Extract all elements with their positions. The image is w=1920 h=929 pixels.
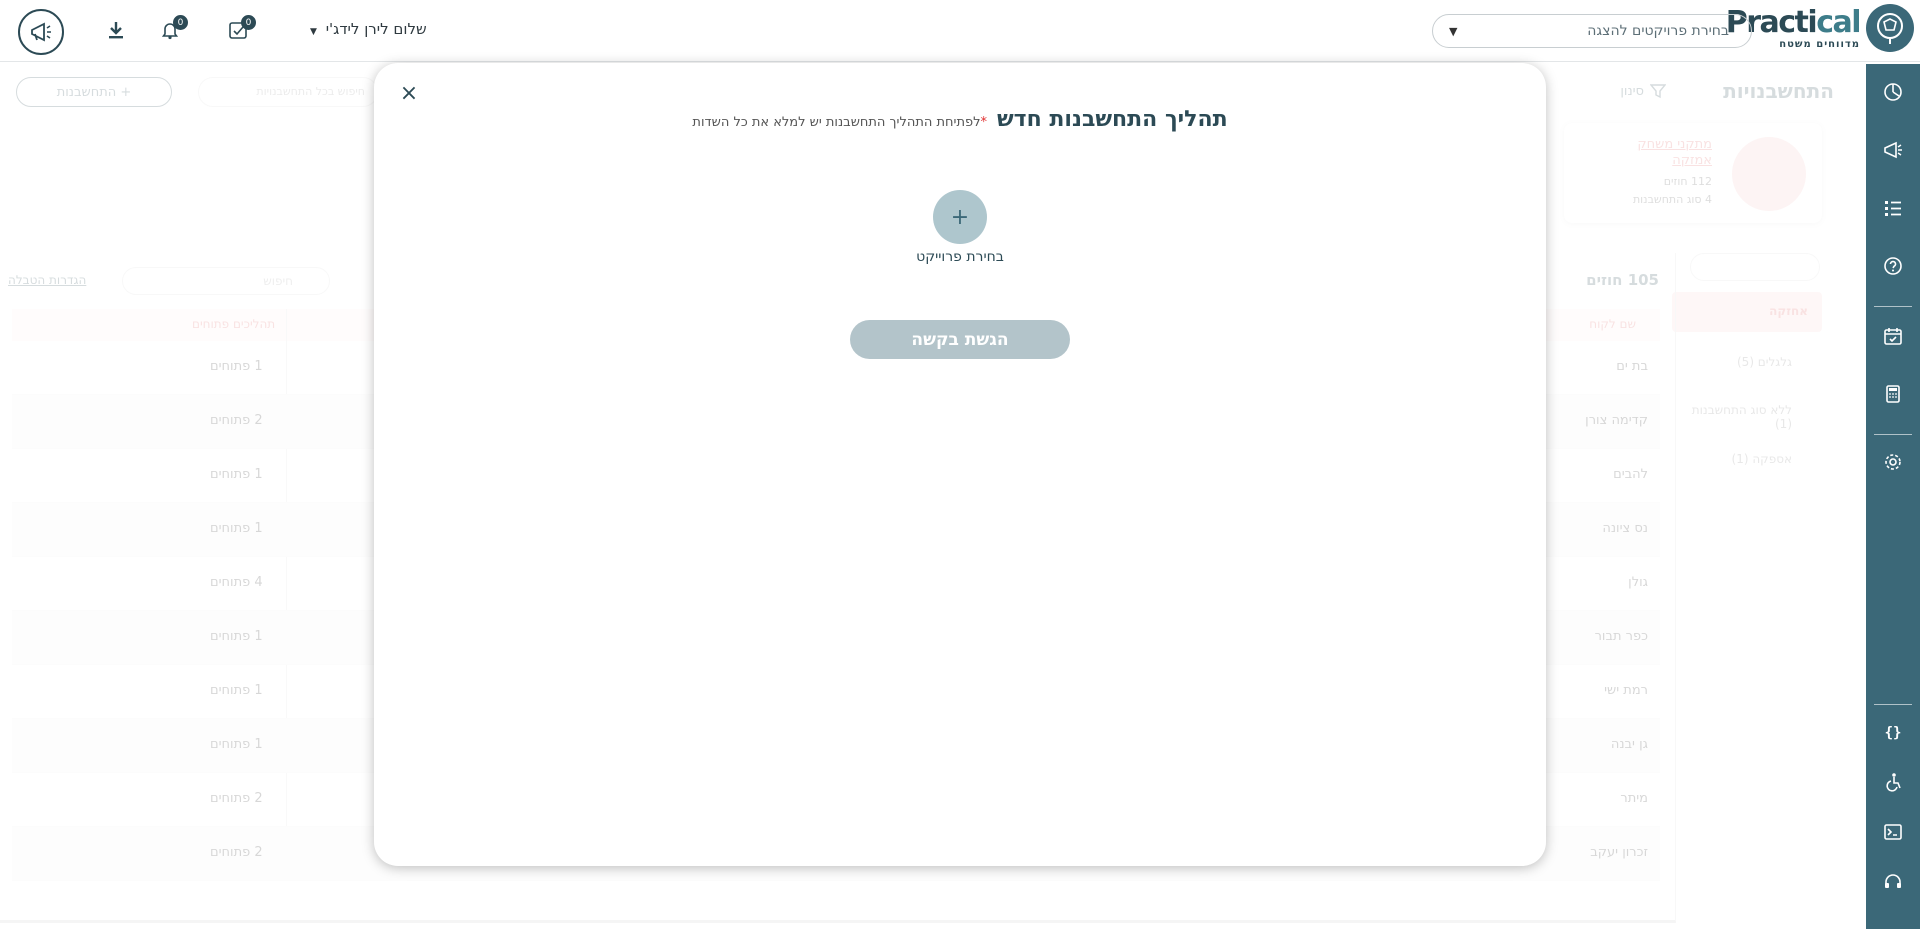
list-icon[interactable] <box>1881 196 1905 220</box>
project-select[interactable]: בחירת פרויקטים להצגה ▼ <box>1432 14 1752 48</box>
settings-icon[interactable] <box>1881 450 1905 474</box>
logo-subtitle: מדווחים משטח <box>1779 38 1860 50</box>
logo-badge-icon <box>1866 4 1914 52</box>
code-icon[interactable]: {} <box>1881 720 1905 744</box>
dashboard-icon[interactable] <box>1881 80 1905 104</box>
terminal-icon[interactable] <box>1881 820 1905 844</box>
logo-word-accent: cal <box>1816 4 1861 40</box>
download-icon[interactable] <box>104 18 128 42</box>
required-note: *לפתיחת התהליך התחשבנות יש למלא את כל הש… <box>692 115 987 130</box>
user-greeting-menu[interactable]: שלום לירן לידג'י ▼ <box>310 20 427 38</box>
nav-divider <box>1874 434 1912 435</box>
new-settlement-modal: × תהליך התחשבנות חדש *לפתיחת התהליך התחש… <box>374 63 1546 866</box>
plus-icon: + <box>950 204 970 230</box>
notifications-badge: 0 <box>173 15 188 30</box>
megaphone-icon[interactable] <box>1881 138 1905 162</box>
headset-icon[interactable] <box>1881 870 1905 894</box>
nav-divider <box>1874 704 1912 705</box>
chevron-down-icon: ▼ <box>1449 24 1458 38</box>
bell-icon[interactable]: 0 <box>158 15 188 42</box>
submit-request-button[interactable]: הגשת בקשה <box>850 320 1070 359</box>
required-note-text: לפתיחת התהליך התחשבנות יש למלא את כל השד… <box>692 115 981 130</box>
select-project-label[interactable]: בחירת פרוייקט <box>860 249 1060 265</box>
modal-header: תהליך התחשבנות חדש *לפתיחת התהליך התחשבנ… <box>374 107 1546 132</box>
top-bar: Practical מדווחים משטח בחירת פרויקטים לה… <box>0 0 1920 62</box>
side-navigation: {} <box>1866 64 1920 929</box>
close-icon[interactable]: × <box>398 83 420 105</box>
tasks-badge: 0 <box>241 15 256 30</box>
task-check-icon[interactable]: 0 <box>226 15 256 42</box>
megaphone-icon[interactable] <box>18 9 64 55</box>
greeting-text: שלום לירן לידג'י <box>325 20 427 38</box>
help-icon[interactable] <box>1881 254 1905 278</box>
svg-text:{}: {} <box>1885 725 1902 741</box>
app-logo[interactable]: Practical מדווחים משטח <box>1726 4 1914 52</box>
accessibility-icon[interactable] <box>1881 770 1905 794</box>
modal-title: תהליך התחשבנות חדש <box>997 107 1228 132</box>
project-select-placeholder: בחירת פרויקטים להצגה <box>1587 23 1729 39</box>
select-project-button[interactable]: + <box>933 190 987 244</box>
calendar-check-icon[interactable] <box>1881 324 1905 348</box>
nav-divider <box>1874 306 1912 307</box>
chevron-down-icon: ▼ <box>310 27 317 37</box>
calculator-icon[interactable] <box>1881 382 1905 406</box>
required-star: * <box>980 115 988 130</box>
